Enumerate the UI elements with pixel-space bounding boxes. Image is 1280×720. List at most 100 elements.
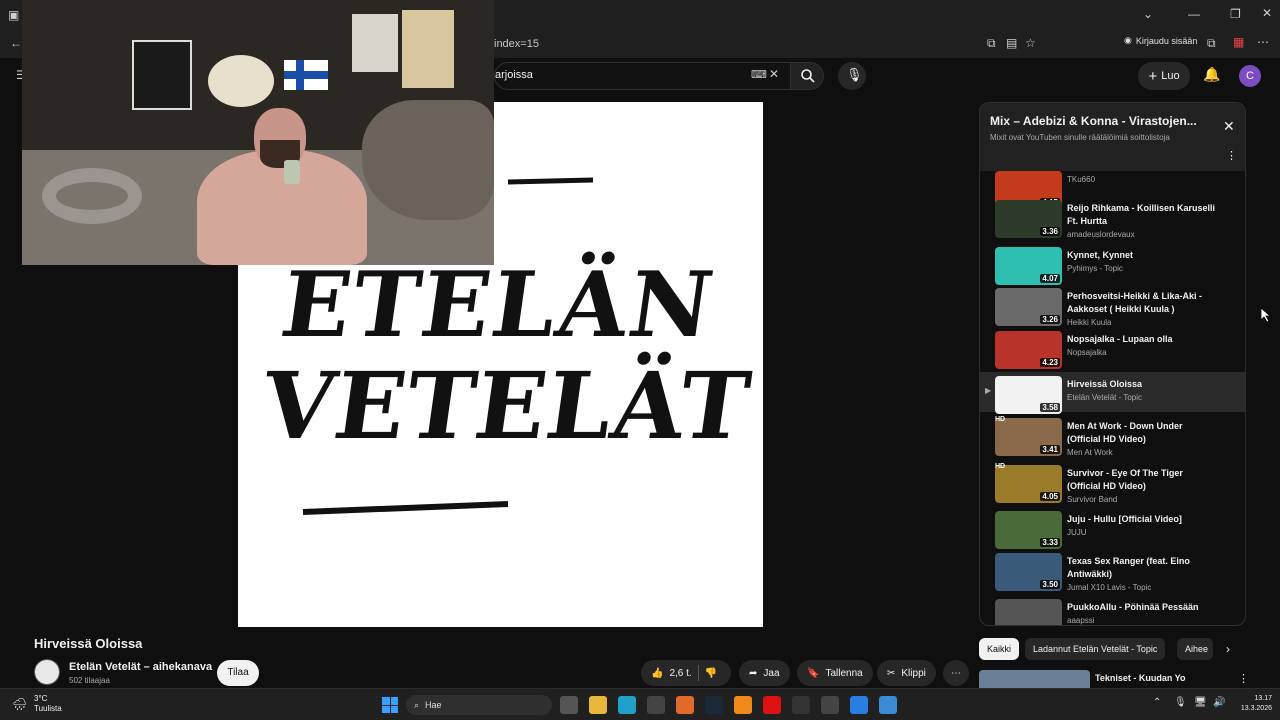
like-button[interactable]: 👍 2,6 t. — [651, 668, 692, 679]
weather-icon: 🌧 — [12, 697, 28, 711]
album-art-line2: VETELÄT — [255, 352, 758, 460]
clear-search-icon[interactable]: ✕ — [769, 67, 779, 81]
volume-icon[interactable]: 🔊 — [1213, 697, 1225, 708]
subscribe-button[interactable]: Tilaa — [217, 660, 259, 686]
terminal-icon[interactable] — [792, 696, 810, 714]
store-icon[interactable] — [647, 696, 665, 714]
collections-icon[interactable]: ⧉ — [1207, 36, 1216, 51]
next-video-thumbnail[interactable] — [979, 670, 1090, 688]
playlist-item-title: Nopsajalka - Lupaan olla — [1067, 334, 1173, 344]
playlist-item[interactable]: 4.23 Nopsajalka - Lupaan olla Nopsajalka — [980, 331, 1245, 375]
playlist-subtitle: Mixit ovat YouTuben sinulle räätälöimiä … — [990, 133, 1170, 142]
blanket — [362, 100, 494, 220]
voice-search-button[interactable]: 🎙 — [838, 62, 866, 90]
playlist-menu-icon[interactable]: ⋮ — [1226, 149, 1237, 162]
back-icon[interactable]: ← — [10, 36, 22, 50]
next-video-title[interactable]: Tekniset - Kuudan Yo — [1095, 673, 1186, 683]
microphone-tray-icon[interactable]: 🎙 — [1174, 697, 1187, 708]
tray-overflow-icon[interactable]: ⌃ — [1153, 697, 1161, 708]
playlist-thumbnail: 4.23 — [995, 331, 1062, 369]
channel-avatar[interactable] — [34, 659, 60, 685]
duration-badge: 3.50 — [1040, 580, 1060, 589]
beverage-can — [284, 160, 300, 184]
create-button[interactable]: + Luo — [1138, 62, 1190, 90]
chip-scroll-right-icon[interactable]: › — [1226, 642, 1230, 656]
maximize-icon[interactable]: ❐ — [1230, 7, 1241, 21]
signin-button[interactable]: ◉ Kirjaudu sisään — [1124, 35, 1197, 46]
tab-search-chevron-icon[interactable]: ⌄ — [1143, 7, 1153, 21]
minimize-icon[interactable]: — — [1188, 7, 1200, 21]
steam-icon[interactable] — [705, 696, 723, 714]
album-art-line1: ETELÄN — [274, 252, 722, 358]
clock[interactable]: 13.17 13.3.2026 — [1232, 694, 1272, 714]
keyboard-icon[interactable]: ⌨ — [751, 68, 767, 81]
playlist-item[interactable]: PuukkoAllu - Pöhinää Pessään aaapssi — [980, 599, 1245, 625]
playlist-thumbnail: 3.58 — [995, 376, 1062, 414]
search-button[interactable] — [790, 62, 824, 90]
notifications-bell-icon[interactable]: 🔔 — [1203, 66, 1220, 83]
close-window-icon[interactable]: ✕ — [1262, 6, 1272, 20]
windows-start-icon[interactable] — [382, 697, 398, 713]
playlist-item[interactable]: 3.26 Perhosveitsi-Heikki & Lika-Aki - Aak… — [980, 288, 1245, 332]
playlist-item-title: Texas Sex Ranger (feat. Eino Antiwäkki) — [1067, 556, 1190, 579]
taskbar-search[interactable]: ⌕ Hae — [406, 695, 552, 715]
playlist-item[interactable]: 4.07 Kynnet, Kynnet Pyhimys - Topic — [980, 247, 1245, 291]
channel-name[interactable]: Etelän Vetelät – aihekanava — [69, 661, 212, 673]
now-playing-icon: ▶ — [985, 386, 992, 395]
share-button[interactable]: ➦ Jaa — [739, 660, 790, 686]
tab-actions-icon[interactable]: ▣ — [8, 8, 19, 22]
anatomy-poster — [402, 10, 454, 88]
favorite-star-icon[interactable]: ☆ — [1025, 36, 1036, 50]
vlc-icon[interactable] — [734, 696, 752, 714]
playlist-header: Mix – Adebizi & Konna - Virastojen... Mi… — [980, 103, 1245, 171]
playlist-item[interactable]: ▶ 3.58 Hirveissä Oloissa Etelän Vetelät - T… — [980, 372, 1245, 414]
edge-browser-icon[interactable] — [618, 696, 636, 714]
divider — [697, 665, 699, 681]
account-avatar[interactable]: C — [1239, 65, 1261, 87]
share-icon: ➦ — [749, 667, 758, 679]
more-actions-button[interactable]: ⋯ — [943, 660, 969, 686]
next-video-menu-icon[interactable]: ⋮ — [1238, 672, 1249, 685]
url-text[interactable]: index=15 — [494, 38, 539, 50]
menu-dots-icon[interactable]: ⋯ — [1257, 35, 1269, 49]
webcam-overlay — [22, 0, 494, 265]
chip-related[interactable]: Aihee — [1177, 638, 1213, 660]
playlist-item-channel: JUJU — [1067, 528, 1087, 537]
reader-icon[interactable]: ▤ — [1006, 36, 1017, 50]
playlist-item-channel: Heikki Kuula — [1067, 318, 1112, 327]
firefox-icon[interactable] — [676, 696, 694, 714]
playlist-item[interactable]: 3.33 Juju - Hullu [Official Video] JUJU — [980, 511, 1245, 555]
playlist-item[interactable]: 3.50 Texas Sex Ranger (feat. Eino Antiwäk… — [980, 553, 1245, 597]
save-button[interactable]: 🔖 Tallenna — [797, 660, 873, 686]
close-playlist-icon[interactable]: ✕ — [1223, 118, 1235, 135]
obs-icon[interactable] — [821, 696, 839, 714]
playlist-item[interactable]: 4.05 HD Survivor - Eye Of The Tiger (Offic… — [980, 463, 1245, 509]
file-explorer-icon[interactable] — [589, 696, 607, 714]
weather-widget[interactable]: 🌧 — [12, 695, 30, 713]
duration-badge: 3.26 — [1040, 315, 1060, 324]
search-icon: ⌕ — [414, 699, 420, 710]
chip-uploaded-by[interactable]: Ladannut Etelän Vetelät - Topic — [1025, 638, 1166, 660]
task-view-icon[interactable] — [560, 696, 578, 714]
app-icon[interactable] — [879, 696, 897, 714]
clip-button[interactable]: ✂ Klippi — [877, 660, 936, 686]
playlist-item[interactable]: 3.36 Reijo Rihkama - Koillisen Karuselli … — [980, 200, 1245, 244]
thumbs-down-icon[interactable]: 👎 — [705, 668, 717, 679]
poster-paper — [352, 14, 398, 72]
duration-badge: 4.05 — [1040, 492, 1060, 501]
paint-icon[interactable] — [850, 696, 868, 714]
playlist-item-channel: Nopsajalka — [1067, 348, 1107, 357]
playlist-thumbnail — [995, 599, 1062, 625]
duration-badge: 3.36 — [1040, 227, 1060, 236]
chip-all[interactable]: Kaikki — [979, 638, 1020, 660]
install-app-icon[interactable]: ⧉ — [987, 36, 996, 51]
playlist-item[interactable]: 3.41 HD Men At Work - Down Under (Official… — [980, 416, 1245, 462]
duration-badge: 3.41 — [1040, 445, 1060, 454]
playlist-title[interactable]: Mix – Adebizi & Konna - Virastojen... — [990, 114, 1210, 128]
opera-icon[interactable] — [763, 696, 781, 714]
extension-icon[interactable]: ▦ — [1233, 35, 1244, 49]
search-input[interactable]: arjoissa ⌨ ✕ — [494, 62, 790, 90]
playlist-item-title: Perhosveitsi-Heikki & Lika-Aki - Aakkose… — [1067, 291, 1203, 314]
network-icon[interactable]: 🖥 — [1194, 697, 1207, 708]
playlist-thumbnail: 3.36 — [995, 200, 1062, 238]
